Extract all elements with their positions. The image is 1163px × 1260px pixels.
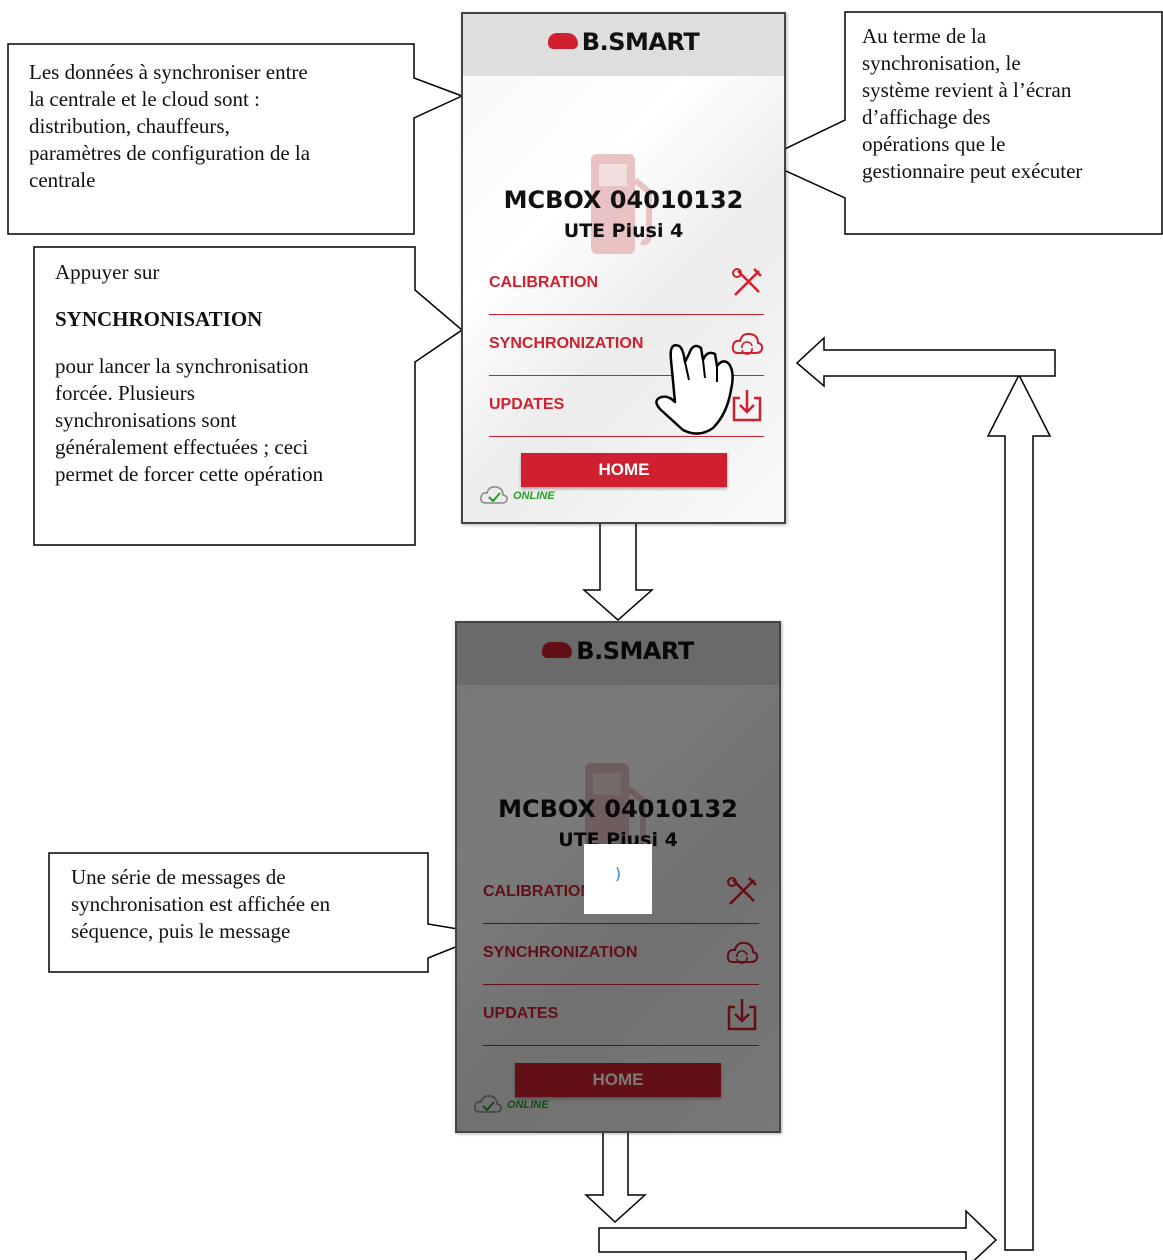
callout-line: généralement effectuées ; ceci [55, 435, 309, 459]
loading-spinner: ) [614, 864, 622, 883]
callout-line: distribution, chauffeurs, [29, 114, 230, 138]
callout-line: pour lancer la synchronisation [55, 354, 309, 378]
callout-line: synchronisation est affichée en [71, 892, 331, 916]
callout-messages: Une série de messages de synchronisation… [71, 864, 330, 945]
callout-line: Une série de messages de [71, 865, 286, 889]
callout-line: la centrale et le cloud sont : [29, 87, 260, 111]
arrow-up-right [986, 373, 1052, 1251]
callout-end-sync: Au terme de la synchronisation, le systè… [862, 23, 1082, 185]
arrow-right-bottom [598, 1209, 998, 1260]
callout-line: séquence, puis le message [71, 919, 291, 943]
menu-label: CALIBRATION [489, 274, 599, 291]
phone-screen-main: B.SMART MCBOX 04010132 UTE Piusi 4 CALIB… [461, 12, 786, 524]
callout-line: d’affichage des [862, 105, 991, 129]
callout-bold-line: SYNCHRONISATION [55, 307, 263, 331]
cloud-check-icon [480, 486, 508, 504]
callout-line: synchronisations sont [55, 408, 237, 432]
cloud-logo-icon [547, 33, 578, 49]
callout-line: opérations que le [862, 132, 1006, 156]
callout-line: Les données à synchroniser entre [29, 60, 308, 84]
tools-icon [732, 268, 762, 296]
menu-label: UPDATES [489, 396, 565, 413]
callout-sync-data: Les données à synchroniser entre la cent… [29, 59, 310, 194]
callout-line: permet de forcer cette opération [55, 462, 324, 486]
callout-line: forcée. Plusieurs [55, 381, 195, 405]
device-name: UTE Piusi 4 [563, 220, 684, 242]
callout-rest: pour lancer la synchronisation forcée. P… [55, 353, 323, 488]
callout-press: Appuyer sur SYNCHRONISATION pour lancer … [55, 259, 323, 488]
menu-item-calibration[interactable]: CALIBRATION [489, 254, 764, 315]
callout-line: synchronisation, le [862, 51, 1021, 75]
home-button[interactable]: HOME [521, 453, 727, 487]
callout-line: gestionnaire peut exécuter [862, 159, 1083, 183]
status-online: ONLINE [513, 490, 555, 502]
arrow-down-1 [582, 519, 654, 622]
phone-screen-syncing: B.SMART MCBOX 04010132 UTE Piusi 4 CALIB… [455, 621, 781, 1133]
callout-line: système revient à l’écran [862, 78, 1072, 102]
hand-pointer-icon [655, 344, 734, 435]
brand-name: B.SMART [581, 28, 700, 56]
callout-line: Au terme de la [862, 24, 987, 48]
menu-label: SYNCHRONIZATION [489, 335, 644, 352]
callout-line: paramètres de configuration de la [29, 141, 311, 165]
device-id: MCBOX 04010132 [503, 186, 744, 214]
callout-line: centrale [29, 168, 96, 192]
callout-line: Appuyer sur [55, 260, 160, 284]
brand-logo: B.SMART [463, 28, 784, 56]
sync-progress-dialog: ) [584, 844, 652, 914]
